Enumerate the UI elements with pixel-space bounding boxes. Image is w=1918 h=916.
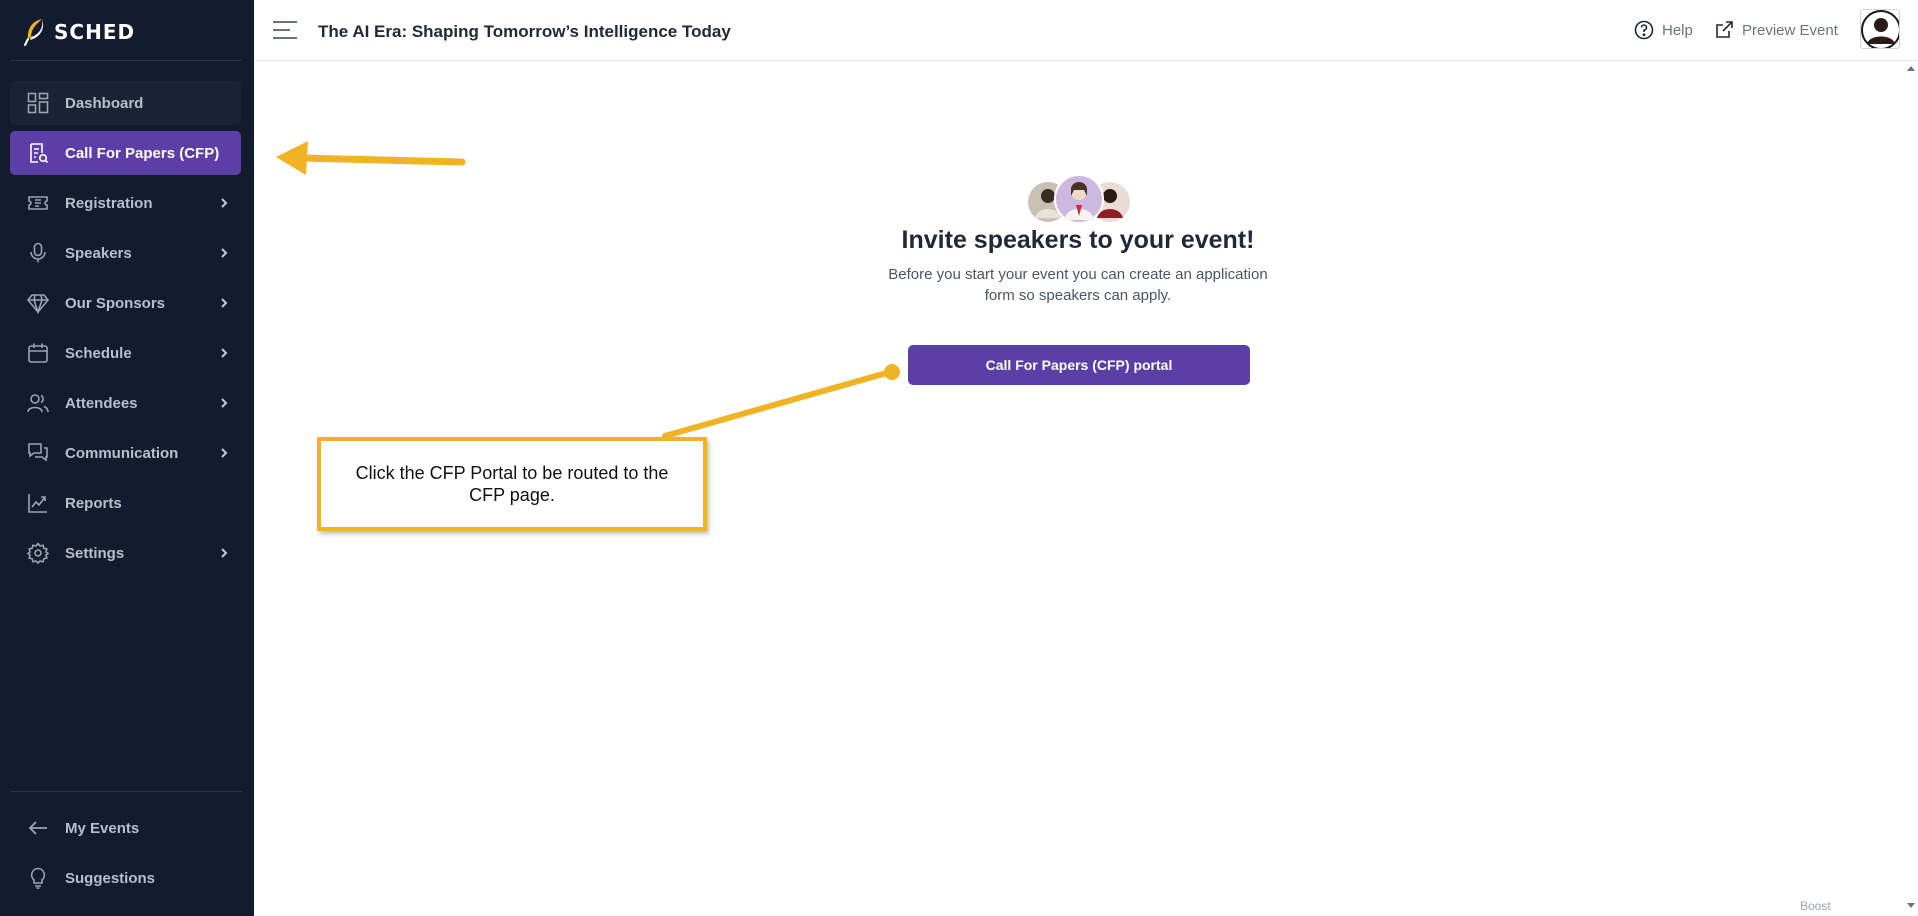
chart-line-icon <box>28 494 47 513</box>
scroll-down-arrow-icon[interactable] <box>1906 902 1916 910</box>
microphone-icon <box>30 242 46 263</box>
chevron-right-icon <box>221 348 228 358</box>
external-link-icon <box>1716 21 1733 38</box>
arrow-left-icon <box>28 821 47 835</box>
sidebar-item-label: Dashboard <box>65 94 144 112</box>
sidebar-item-attendees[interactable]: Attendees <box>10 381 241 425</box>
chevron-right-icon <box>221 198 228 208</box>
sidebar-item-communication[interactable]: Communication <box>10 431 241 475</box>
sidebar-item-sponsors[interactable]: Our Sponsors <box>10 281 241 325</box>
arrow-to-sidebar-cfp <box>276 141 466 175</box>
sidebar-item-label: Reports <box>65 494 122 512</box>
sidebar-item-settings[interactable]: Settings <box>10 531 241 575</box>
invite-speakers-description: Before you start your event you can crea… <box>888 266 1268 304</box>
cfp-portal-button[interactable]: Call For Papers (CFP) portal <box>908 345 1250 385</box>
speaker-avatars-image <box>1028 174 1130 224</box>
user-avatar-icon <box>1861 10 1899 48</box>
users-icon <box>27 394 49 413</box>
sched-logo[interactable]: SCHED <box>22 14 135 50</box>
chevron-right-icon <box>221 248 228 258</box>
chevron-right-icon <box>221 448 228 458</box>
calendar-icon <box>28 343 48 363</box>
feather-icon <box>24 19 44 46</box>
sidebar-item-label: Call For Papers (CFP) <box>65 144 220 162</box>
invite-speakers-heading: Invite speakers to your event! <box>901 226 1255 254</box>
lightbulb-icon <box>30 867 46 889</box>
help-link[interactable]: Help <box>1634 20 1693 40</box>
sidebar: SCHED Dashboard Call For Papers (CFP) Re… <box>0 0 254 916</box>
sidebar-item-label: Settings <box>65 544 125 562</box>
sidebar-item-my-events[interactable]: My Events <box>10 806 241 850</box>
boost-label[interactable]: Boost <box>1800 899 1831 913</box>
diamond-icon <box>27 294 49 314</box>
sidebar-item-schedule[interactable]: Schedule <box>10 331 241 375</box>
sidebar-item-label: Communication <box>65 444 179 462</box>
event-title: The AI Era: Shaping Tomorrow’s Intellige… <box>318 22 731 41</box>
user-avatar[interactable] <box>1860 9 1900 49</box>
sidebar-item-label: Registration <box>65 194 153 212</box>
preview-event-link[interactable]: Preview Event <box>1714 20 1838 40</box>
sidebar-item-label: My Events <box>65 819 140 837</box>
sidebar-item-dashboard[interactable]: Dashboard <box>10 81 241 125</box>
sidebar-divider <box>10 791 242 792</box>
sidebar-item-registration[interactable]: Registration <box>10 181 241 225</box>
sidebar-item-speakers[interactable]: Speakers <box>10 231 241 275</box>
chat-icon <box>28 443 48 462</box>
sidebar-item-suggestions[interactable]: Suggestions <box>10 856 241 900</box>
dashboard-icon <box>27 92 49 114</box>
chevron-right-icon <box>221 548 228 558</box>
sidebar-item-label: Suggestions <box>65 869 156 887</box>
cfp-document-icon <box>30 143 49 164</box>
sidebar-item-cfp[interactable]: Call For Papers (CFP) <box>10 131 241 175</box>
sidebar-divider <box>10 60 242 61</box>
hamburger-menu-icon[interactable] <box>272 19 298 41</box>
top-header: The AI Era: Shaping Tomorrow’s Intellige… <box>254 0 1918 61</box>
sidebar-item-label: Schedule <box>65 344 132 362</box>
chevron-right-icon <box>221 398 228 408</box>
gear-icon <box>27 542 49 564</box>
logo-text: SCHED <box>54 20 136 44</box>
sidebar-item-label: Speakers <box>65 244 132 262</box>
chevron-right-icon <box>221 298 228 308</box>
annotation-callout: Click the CFP Portal to be routed to the… <box>317 437 707 531</box>
scroll-up-arrow-icon[interactable] <box>1906 64 1916 72</box>
pointer-to-cfp-button <box>662 364 900 439</box>
annotation-arrows <box>276 141 900 439</box>
sidebar-item-label: Our Sponsors <box>65 294 166 312</box>
sidebar-item-reports[interactable]: Reports <box>10 481 241 525</box>
ticket-icon <box>28 196 48 210</box>
preview-event-label: Preview Event <box>1742 21 1838 39</box>
help-circle-icon <box>1634 20 1654 40</box>
sidebar-item-label: Attendees <box>65 394 138 412</box>
help-label: Help <box>1662 21 1693 39</box>
